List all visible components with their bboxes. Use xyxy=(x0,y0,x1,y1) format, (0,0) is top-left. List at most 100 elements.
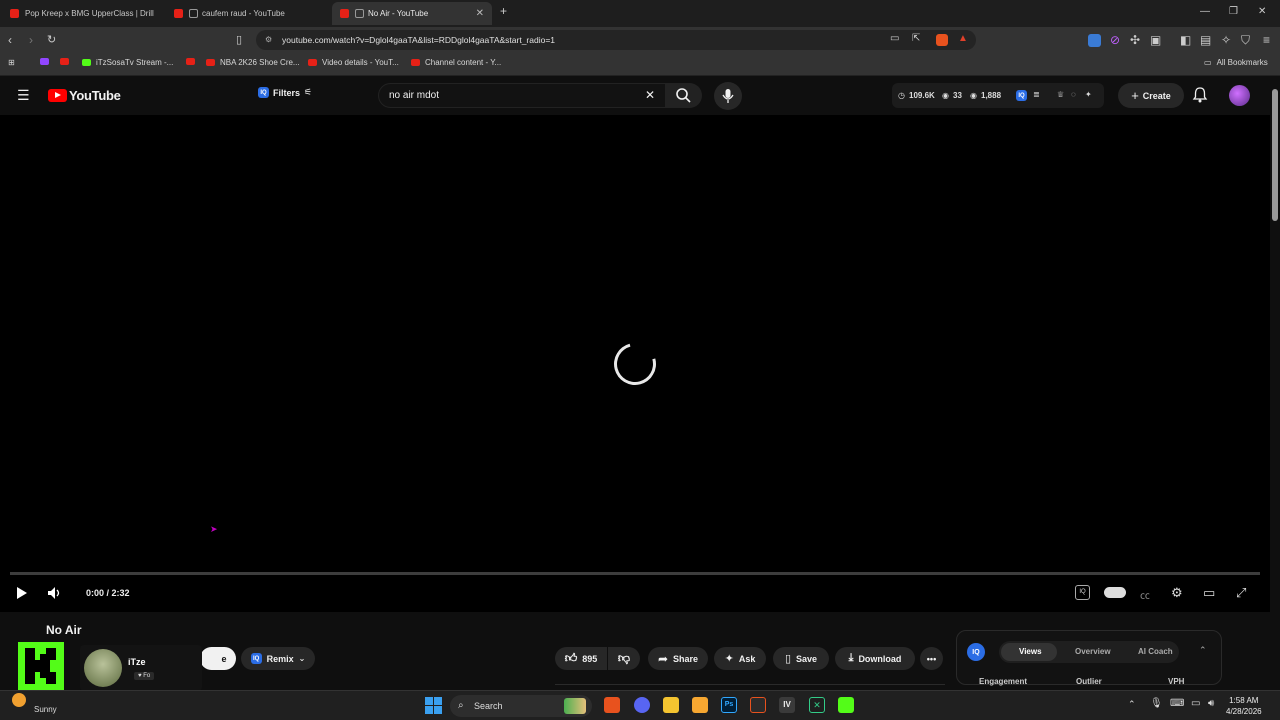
bookmark-video-details[interactable]: Video details - YouT... xyxy=(308,58,399,67)
wallet-icon[interactable]: ▤ xyxy=(1200,33,1211,47)
maximize-button[interactable]: ❐ xyxy=(1229,6,1238,17)
bookmark-icon[interactable]: ▯ xyxy=(236,33,242,46)
clear-search-icon[interactable]: ✕ xyxy=(645,88,655,102)
settings-gear-icon[interactable]: ⚙ xyxy=(1171,585,1183,601)
reload-icon[interactable]: ↻ xyxy=(47,33,56,46)
theater-mode-icon[interactable]: ▭ xyxy=(1203,585,1215,601)
screenshot-icon[interactable]: ▣ xyxy=(1150,33,1161,47)
share-button[interactable]: ➦ Share xyxy=(648,647,708,670)
brave-taskbar-icon[interactable] xyxy=(604,697,620,713)
remix-button[interactable]: IQ Remix ⌄ xyxy=(241,647,315,670)
sidebar-icon[interactable]: ◧ xyxy=(1180,33,1191,47)
new-tab-button[interactable]: + xyxy=(500,4,507,18)
tab-views[interactable]: Views xyxy=(1019,647,1042,656)
dislike-button[interactable]: 👎︎ xyxy=(608,647,640,670)
vpn-icon[interactable]: ⛉ xyxy=(1241,33,1250,48)
bookmark-itzsosatv[interactable]: iTzSosaTv Stream -... xyxy=(82,58,173,67)
bookmark-nba-2k26[interactable]: NBA 2K26 Shoe Cre... xyxy=(206,58,300,67)
brave-taskbar-icon-2[interactable] xyxy=(750,697,766,713)
search-button[interactable] xyxy=(666,83,702,108)
discord-taskbar-icon[interactable] xyxy=(634,697,650,713)
weather-sun-icon[interactable] xyxy=(12,693,26,707)
notifications-bell-icon[interactable] xyxy=(1192,86,1208,104)
bookmark-youtube[interactable] xyxy=(60,58,74,65)
tab-ai-coach[interactable]: AI Coach xyxy=(1138,647,1173,656)
create-button[interactable]: + Create xyxy=(1118,83,1184,108)
trophy-icon[interactable]: ♕ xyxy=(1057,90,1064,99)
like-button[interactable]: 👍︎ 895 xyxy=(555,647,607,670)
extension-icon[interactable]: ⊘ xyxy=(1110,33,1120,47)
progress-bar[interactable] xyxy=(10,572,1260,575)
leo-ai-icon[interactable]: ✧ xyxy=(1221,33,1231,47)
search-input[interactable]: no air mdot ✕ xyxy=(378,83,666,108)
minimize-button[interactable]: — xyxy=(1200,6,1210,17)
tab-pop-kreep[interactable]: Pop Kreep x BMG UpperClass | Drill xyxy=(2,2,164,25)
tab-overview[interactable]: Overview xyxy=(1075,647,1111,656)
display-tray-icon[interactable]: ▭ xyxy=(1191,698,1200,709)
sparkle-icon[interactable]: ✦ xyxy=(1085,90,1092,99)
file-explorer-icon[interactable] xyxy=(663,697,679,713)
account-avatar[interactable] xyxy=(1229,85,1250,106)
all-bookmarks-label: All Bookmarks xyxy=(1216,58,1268,67)
all-bookmarks[interactable]: ▭ All Bookmarks xyxy=(1204,58,1268,67)
share-page-icon[interactable]: ⇱ xyxy=(912,33,920,44)
save-button[interactable]: ▯ Save xyxy=(773,647,829,670)
volume-tray-icon[interactable]: 🔊︎ xyxy=(1208,698,1214,709)
close-app-taskbar-icon[interactable]: ✕ xyxy=(809,697,825,713)
site-info-icon[interactable]: ⚙ xyxy=(265,35,272,44)
bookmark-youtube-2[interactable] xyxy=(186,58,200,65)
ask-button[interactable]: ✦ Ask xyxy=(714,647,766,670)
apps-grid-icon[interactable]: ⊞ xyxy=(8,58,15,67)
plus-icon: + xyxy=(1131,88,1139,103)
url-field[interactable]: ⚙ youtube.com/watch?v=Dglol4gaaTA&list=R… xyxy=(256,30,976,50)
play-icon[interactable] xyxy=(14,586,28,600)
chevron-up-icon[interactable]: ⌃ xyxy=(1128,699,1136,710)
iq-icon[interactable]: IQ xyxy=(1016,90,1027,101)
filters-button[interactable]: IQ Filters ⚟ xyxy=(258,87,312,98)
kick-taskbar-icon[interactable] xyxy=(838,697,854,713)
capcut-icon[interactable]: IV xyxy=(779,697,795,713)
scrollbar-thumb[interactable] xyxy=(1272,89,1278,221)
video-player[interactable]: ➤ 0:00 / 2:32 IQ ㏄ ⚙ ▭ ⤢ xyxy=(0,115,1270,612)
forward-icon[interactable]: › xyxy=(29,33,33,47)
microphone-tray-icon[interactable]: 🎙︎ xyxy=(1150,698,1163,709)
windows-start-icon[interactable] xyxy=(425,697,442,714)
keyboard-tray-icon[interactable]: ⌨ xyxy=(1170,698,1184,709)
window-close-button[interactable]: ✕ xyxy=(1258,6,1266,17)
thumbs-up-icon: 👍︎ xyxy=(564,651,578,665)
back-icon[interactable]: ‹ xyxy=(8,33,12,47)
volume-icon[interactable] xyxy=(47,586,63,600)
hamburger-menu-icon[interactable]: ☰ xyxy=(17,87,30,104)
fullscreen-icon[interactable]: ⤢ xyxy=(1236,585,1246,601)
list-icon[interactable]: ≣ xyxy=(1033,90,1040,99)
iq-player-icon[interactable]: IQ xyxy=(1075,585,1090,600)
captions-icon[interactable]: ㏄ xyxy=(1140,587,1150,602)
brave-shields-icon[interactable] xyxy=(936,34,948,46)
brave-rewards-icon[interactable]: ▲ xyxy=(958,33,968,44)
twitch-icon xyxy=(40,58,49,65)
cast-icon[interactable]: ▭ xyxy=(890,33,899,44)
youtube-logo[interactable]: YouTube xyxy=(48,88,121,103)
folder-icon: ▭ xyxy=(1204,58,1212,67)
subscribe-button[interactable]: e xyxy=(200,647,236,670)
more-actions-button[interactable]: ••• xyxy=(920,647,943,670)
extension-iq-icon[interactable] xyxy=(1088,34,1101,47)
voice-search-button[interactable] xyxy=(714,82,742,110)
app-taskbar-icon[interactable] xyxy=(692,697,708,713)
photoshop-icon[interactable]: Ps xyxy=(721,697,737,713)
autoplay-toggle[interactable] xyxy=(1104,587,1126,598)
tab-caufem-raud[interactable]: caufem raud - YouTube xyxy=(166,2,328,25)
extensions-puzzle-icon[interactable]: ✣ xyxy=(1130,33,1140,47)
page-scrollbar[interactable] xyxy=(1270,77,1280,685)
chat-icon[interactable]: ◌ xyxy=(1071,90,1076,99)
menu-icon[interactable]: ≡ xyxy=(1263,33,1270,47)
download-button[interactable]: ⤓ Download xyxy=(835,647,915,670)
weather-label[interactable]: Sunny xyxy=(34,705,57,714)
bookmark-channel-content[interactable]: Channel content - Y... xyxy=(411,58,501,67)
taskbar-search[interactable]: ⌕ Search xyxy=(450,695,592,717)
tab-no-air[interactable]: No Air - YouTube ✕ xyxy=(332,2,492,25)
close-tab-icon[interactable]: ✕ xyxy=(476,8,484,19)
bookmark-twitch[interactable] xyxy=(40,58,54,65)
taskbar-clock[interactable]: 1:58 AM 4/28/2026 xyxy=(1226,695,1262,717)
chevron-up-icon[interactable]: ⌃ xyxy=(1199,645,1207,656)
